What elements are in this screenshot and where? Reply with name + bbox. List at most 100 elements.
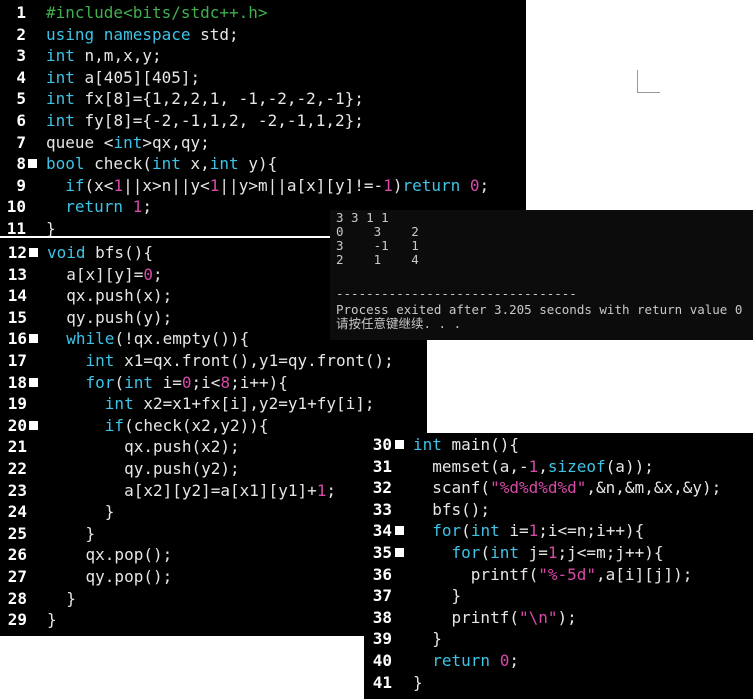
code-text: }: [46, 219, 56, 236]
line-number: 37: [372, 586, 392, 606]
line-number: 20: [7, 415, 27, 435]
fold-marker-icon[interactable]: [29, 420, 38, 430]
crop-corner-mark: [637, 70, 660, 93]
code-text: a[x][y]=0;: [47, 264, 163, 284]
fold-marker-icon[interactable]: [395, 548, 404, 557]
line-number: 33: [372, 499, 392, 519]
line-number: 13: [7, 264, 27, 284]
code-line: 2 using namespace std;: [0, 24, 526, 46]
line-number: 31: [372, 456, 392, 476]
code-text: int fy[8]={-2,-1,1,2, -2,-1,1,2};: [46, 111, 364, 130]
code-line: 29}: [0, 609, 427, 631]
code-text: for(int j=1;j<=m;j++){: [451, 543, 664, 562]
code-line: 38 printf("\n");: [364, 607, 753, 629]
code-line: 3 int n,m,x,y;: [0, 45, 526, 67]
code-line: 22 qy.push(y2);: [0, 458, 427, 480]
line-number: 22: [7, 459, 27, 478]
code-text: return 1;: [65, 197, 152, 217]
code-text: memset(a,-1,sizeof(a));: [413, 456, 654, 476]
line-number: 6: [16, 111, 26, 130]
line-number: 29: [7, 610, 27, 630]
line-number: 8: [16, 154, 26, 174]
line-number: 4: [16, 67, 26, 87]
code-line: 40 return 0;: [364, 650, 753, 672]
code-line: 17 int x1=qx.front(),y1=qy.front();: [0, 350, 427, 372]
line-number: 19: [7, 394, 27, 414]
code-text: }: [413, 586, 462, 606]
line-number: 25: [7, 523, 27, 543]
code-text: }: [47, 610, 57, 630]
line-number: 40: [372, 651, 392, 670]
code-line: 31 memset(a,-1,sizeof(a));: [364, 456, 753, 478]
code-line: 34 for(int i=1;i<=n;i++){: [364, 520, 753, 542]
line-number: 30: [372, 435, 392, 454]
code-text: int a[405][405];: [46, 67, 201, 87]
code-text: queue <int>qx,qy;: [46, 132, 210, 152]
line-number: 17: [7, 351, 27, 370]
code-text: }: [413, 672, 423, 692]
code-text: if(x<1||x>n||y<1||y>m||a[x][y]!=-1)retur…: [65, 175, 490, 195]
line-number: 35: [372, 543, 392, 562]
code-text: int n,m,x,y;: [46, 46, 162, 66]
code-line: 19 int x2=x1+fx[i],y2=y1+fy[i];: [0, 393, 427, 415]
code-line: 39 }: [364, 628, 753, 650]
fold-marker-icon[interactable]: [395, 526, 404, 536]
line-number: 24: [7, 502, 27, 522]
code-text: a[x2][y2]=a[x1][y1]+1;: [47, 480, 336, 500]
line-number: 9: [16, 175, 26, 195]
code-line: 18 for(int i=0;i<8;i++){: [0, 372, 427, 394]
fold-marker-icon[interactable]: [28, 159, 37, 169]
line-number: 39: [372, 629, 392, 649]
code-text: }: [413, 629, 442, 649]
code-text: }: [47, 502, 115, 522]
code-line: 28 }: [0, 588, 427, 610]
code-text: qx.pop();: [47, 545, 173, 565]
code-line: 33 bfs();: [364, 499, 753, 521]
code-text: for(int i=1;i<=n;i++){: [432, 521, 645, 541]
editor-panel-bottom[interactable]: 30 int main(){31 memset(a,-1,sizeof(a)); 3…: [364, 433, 753, 699]
code-text: #include<bits/stdc++.h>: [46, 3, 268, 22]
code-text: qy.push(y2);: [47, 459, 240, 478]
code-text: int x2=x1+fx[i],y2=y1+fy[i];: [104, 394, 375, 414]
code-text: }: [47, 523, 96, 543]
code-text: void bfs(){: [47, 243, 153, 262]
editor-panel-top[interactable]: 1 #include<bits/stdc++.h> 2 using namespace…: [0, 0, 526, 236]
line-number: 1: [16, 3, 26, 22]
code-text: qx.push(x);: [47, 286, 173, 306]
fold-marker-icon[interactable]: [29, 248, 38, 257]
code-line: 9 if(x<1||x>n||y<1||y>m||a[x][y]!=-1)ret…: [0, 175, 526, 197]
line-number: 21: [7, 437, 27, 457]
line-number: 18: [7, 372, 27, 392]
code-line: 30 int main(){: [364, 434, 753, 456]
console-output-row: 2 1 4: [336, 252, 419, 267]
line-number: 3: [16, 46, 26, 66]
line-number: 41: [372, 672, 392, 692]
code-text: for(int i=0;i<8;i++){: [85, 372, 288, 392]
line-number: 36: [372, 564, 392, 584]
code-line: 1 #include<bits/stdc++.h>: [0, 2, 526, 24]
fold-marker-icon[interactable]: [29, 334, 38, 344]
line-number: 5: [16, 89, 26, 109]
console-exit-message: Process exited after 3.205 seconds with …: [336, 302, 743, 317]
code-line: 36 printf("%-5d",a[i][j]);: [364, 564, 753, 586]
line-number: 11: [6, 219, 26, 236]
line-number: 32: [372, 478, 392, 498]
fold-marker-icon[interactable]: [395, 440, 404, 449]
code-line: 20 if(check(x2,y2)){: [0, 415, 427, 437]
line-number: 12: [7, 243, 27, 262]
code-line: 25 }: [0, 523, 427, 545]
code-text: qx.push(x2);: [47, 437, 240, 457]
code-line: 32 scanf("%d%d%d%d",&n,&m,&x,&y);: [364, 477, 753, 499]
code-text: qy.push(y);: [47, 307, 173, 327]
code-line: 23 a[x2][y2]=a[x1][y1]+1;: [0, 480, 427, 502]
console-window[interactable]: 3 3 1 1 0 3 2 3 -1 1 2 1 4 -------------…: [330, 210, 753, 340]
code-line: 35 for(int j=1;j<=m;j++){: [364, 542, 753, 564]
code-text: int fx[8]={1,2,2,1, -1,-2,-2,-1};: [46, 89, 364, 109]
console-divider: --------------------------------: [336, 286, 577, 301]
code-text: scanf("%d%d%d%d",&n,&m,&x,&y);: [413, 478, 722, 498]
line-number: 7: [16, 132, 26, 152]
line-number: 28: [7, 588, 27, 608]
console-input-line: 3 3 1 1: [336, 210, 389, 225]
code-line: 7 queue <int>qx,qy;: [0, 132, 526, 154]
fold-marker-icon[interactable]: [29, 377, 38, 387]
